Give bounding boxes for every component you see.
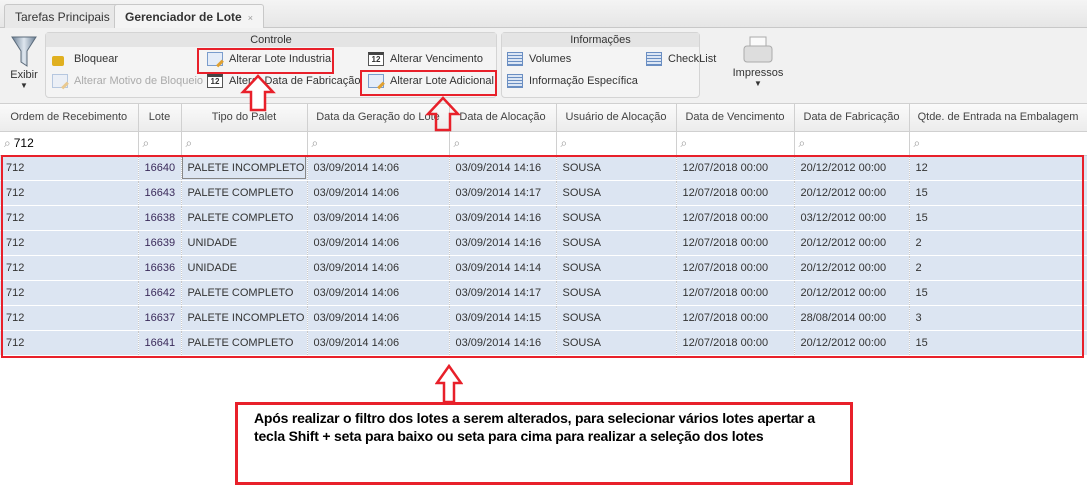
- column-header[interactable]: Ordem de Recebimento: [0, 104, 139, 132]
- button-label: Alterar Motivo de Bloqueio: [74, 75, 204, 87]
- list-icon: [646, 52, 662, 66]
- up-arrow-icon: [435, 364, 463, 404]
- search-icon: ⌕: [560, 135, 568, 150]
- filter-cell[interactable]: ⌕: [909, 131, 1087, 156]
- group-title: Controle: [46, 33, 496, 47]
- filter-cell[interactable]: ⌕: [556, 131, 677, 156]
- alterar-data-fabricacao-button[interactable]: 12 Alterar Data de Fabricação: [207, 74, 360, 88]
- chevron-down-icon: ▼: [20, 81, 28, 90]
- alterar-motivo-bloqueio-button[interactable]: Alterar Motivo de Bloqueio: [52, 74, 203, 88]
- annotation-note: Após realizar o filtro dos lotes a serem…: [235, 402, 853, 485]
- search-icon: ⌕: [453, 135, 461, 150]
- alterar-vencimento-button[interactable]: 12 Alterar Vencimento: [368, 52, 483, 66]
- highlight-box: [1, 155, 1084, 358]
- column-header[interactable]: Data de Vencimento: [676, 104, 795, 132]
- informacao-especifica-button[interactable]: Informação Específica: [507, 74, 638, 88]
- button-label: Volumes: [529, 53, 572, 65]
- column-header[interactable]: Data de Fabricação: [794, 104, 910, 132]
- up-arrow-icon: [425, 96, 461, 132]
- highlight-box: [360, 70, 497, 96]
- filter-cell[interactable]: ⌕: [138, 131, 182, 156]
- search-icon: ⌕: [185, 135, 193, 150]
- printer-icon: [743, 36, 773, 63]
- lock-icon: [52, 52, 68, 66]
- button-label: Bloquear: [74, 53, 119, 65]
- close-tab-icon[interactable]: ×: [248, 13, 253, 23]
- search-icon: ⌕: [680, 135, 688, 150]
- tab-label: Gerenciador de Lote: [125, 10, 242, 24]
- search-icon: ⌕: [142, 135, 150, 150]
- volumes-button[interactable]: Volumes: [507, 52, 571, 66]
- search-icon: ⌕: [913, 135, 921, 150]
- chevron-down-icon: ▼: [754, 79, 762, 88]
- up-arrow-icon: [240, 74, 276, 112]
- calendar-icon: 12: [207, 74, 223, 88]
- button-label: Informação Específica: [529, 75, 638, 87]
- tab-gerenciador-de-lote[interactable]: Gerenciador de Lote ×: [114, 4, 264, 29]
- button-label: CheckList: [668, 53, 717, 65]
- filter-cell[interactable]: ⌕: [307, 131, 450, 156]
- bloquear-button[interactable]: Bloquear: [52, 52, 118, 66]
- toolbar: Exibir ▼ Controle Bloquear Alterar Motiv…: [0, 28, 1087, 104]
- column-header[interactable]: Lote: [138, 104, 182, 132]
- filter-cell[interactable]: ⌕ 712: [0, 131, 139, 156]
- list-icon: [507, 52, 523, 66]
- column-header[interactable]: Data de Alocação: [449, 104, 557, 132]
- filter-cell[interactable]: ⌕: [794, 131, 910, 156]
- exibir-label: Exibir: [10, 69, 38, 81]
- calendar-icon: 12: [368, 52, 384, 66]
- search-icon: ⌕: [311, 135, 319, 150]
- group-title: Informações: [502, 33, 699, 47]
- search-icon: ⌕: [798, 135, 806, 150]
- tab-bar: Tarefas Principais Gerenciador de Lote ×: [0, 0, 1087, 29]
- list-icon: [507, 74, 523, 88]
- column-header[interactable]: Qtde. de Entrada na Embalagem: [909, 104, 1087, 132]
- search-icon: ⌕: [4, 135, 11, 150]
- filter-input[interactable]: 712: [14, 136, 34, 150]
- checklist-button[interactable]: CheckList: [646, 52, 716, 66]
- exibir-button[interactable]: Exibir ▼: [4, 34, 44, 90]
- filter-funnel-icon: [11, 36, 37, 67]
- tab-label: Tarefas Principais: [15, 10, 110, 24]
- impressos-button[interactable]: Impressos ▼: [722, 36, 794, 88]
- button-label: Alterar Vencimento: [390, 53, 483, 65]
- column-header[interactable]: Usuário de Alocação: [556, 104, 677, 132]
- filter-cell[interactable]: ⌕: [181, 131, 308, 156]
- impressos-label: Impressos: [732, 67, 784, 79]
- tab-tarefas-principais[interactable]: Tarefas Principais: [4, 4, 121, 28]
- filter-cell[interactable]: ⌕: [449, 131, 557, 156]
- filter-cell[interactable]: ⌕: [676, 131, 795, 156]
- edit-form-icon: [52, 74, 68, 88]
- highlight-box: [197, 48, 334, 74]
